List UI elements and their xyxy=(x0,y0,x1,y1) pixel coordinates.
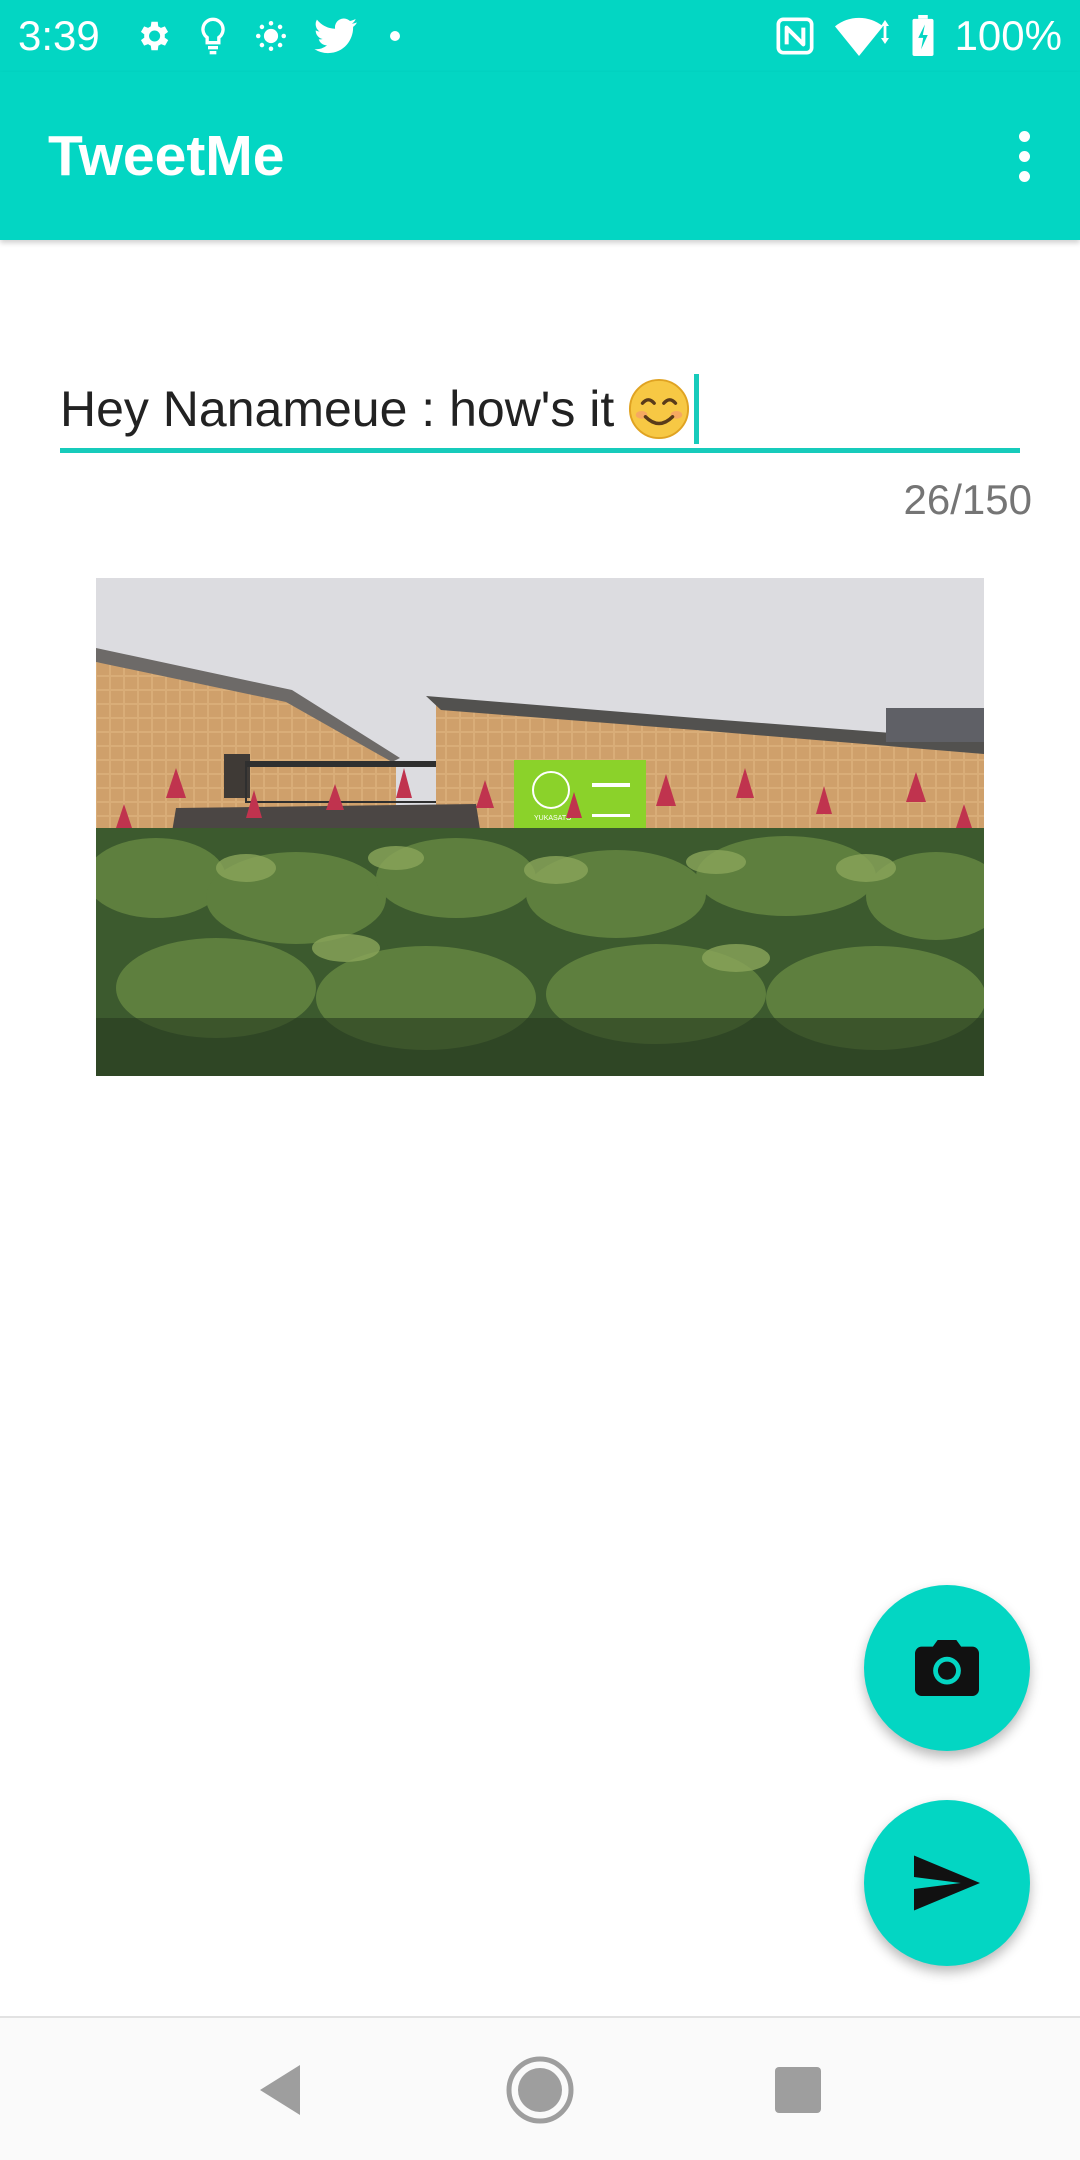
text-cursor xyxy=(694,374,700,444)
photo-sign-text: YUKASATO xyxy=(534,815,572,822)
tweet-text-content[interactable]: Hey Nanameue : how's it xyxy=(60,374,700,444)
overflow-dot xyxy=(1018,170,1030,182)
app-bar: TweetMe xyxy=(0,72,1080,240)
overflow-dot xyxy=(1018,150,1030,162)
tweet-compose-screen: 3:39 100% TweetMe Hey Nanameue: how's i… xyxy=(0,0,1080,2160)
lightbulb-icon xyxy=(201,17,225,55)
send-icon xyxy=(914,1855,980,1911)
camera-icon xyxy=(915,1640,979,1696)
recents-square-icon xyxy=(775,2067,821,2113)
notification-dot-icon xyxy=(390,31,400,41)
character-counter: 26/150 xyxy=(903,476,1032,523)
wifi-icon xyxy=(834,17,889,56)
twitter-icon xyxy=(314,18,357,54)
recents-button[interactable] xyxy=(758,2050,838,2130)
tweet-text-value: Hey Nanameue : how's it xyxy=(60,381,615,437)
status-time: 3:39 xyxy=(18,12,100,59)
battery-charging-icon xyxy=(912,15,934,57)
send-button[interactable] xyxy=(864,1800,1030,1966)
back-triangle-icon xyxy=(260,2065,300,2115)
brightness-icon xyxy=(255,20,287,52)
more-vert-icon[interactable] xyxy=(992,120,1056,192)
status-notification-icons xyxy=(134,14,400,58)
camera-button[interactable] xyxy=(864,1585,1030,1751)
attached-photo[interactable]: YUKASATO xyxy=(96,578,984,1076)
settings-icon xyxy=(140,21,169,51)
smiling-face-icon xyxy=(629,378,690,440)
photo-image: YUKASATO xyxy=(96,578,984,1076)
back-button[interactable] xyxy=(240,2050,320,2130)
battery-percentage: 100% xyxy=(954,12,1062,59)
tweet-text-input[interactable]: Hey Nanameue : how's it xyxy=(60,362,1020,453)
system-navigation-bar xyxy=(0,2016,1080,2160)
status-system-icons: 100% xyxy=(775,12,1062,60)
nfc-icon xyxy=(776,17,814,55)
home-button[interactable] xyxy=(500,2050,580,2130)
status-bar: 3:39 100% xyxy=(0,0,1080,72)
overflow-dot xyxy=(1018,130,1030,142)
home-circle-icon xyxy=(506,2056,574,2124)
app-title: TweetMe xyxy=(48,124,285,188)
